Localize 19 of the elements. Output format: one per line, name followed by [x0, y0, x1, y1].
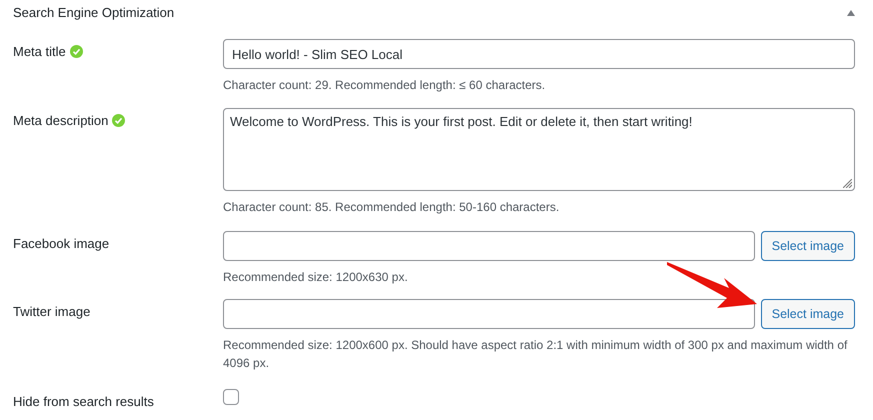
select-image-button[interactable]: Select image	[760, 299, 855, 329]
field-label: Facebook image	[13, 235, 110, 253]
resize-handle-icon[interactable]	[843, 179, 852, 188]
checkbox[interactable]	[223, 389, 239, 405]
field-label: Meta description	[13, 112, 108, 130]
field-label: Hide from search results	[13, 393, 154, 411]
select-image-button[interactable]: Select image	[760, 231, 855, 261]
field-label: Twitter image	[13, 303, 90, 321]
hint-text: Recommended size: 1200x630 px.	[223, 269, 409, 286]
image-url-field[interactable]	[223, 231, 755, 261]
hint-text: Character count: 85. Recommended length: 50-160 characters.	[223, 199, 560, 216]
hint-text: Recommended size: 1200x600 px. Should have aspect ratio 2:1 with minimum width of 300 px and maximum width of 4096 px.	[223, 337, 848, 372]
collapse-toggle-icon[interactable]	[847, 10, 855, 16]
text-field[interactable]: Hello world! - Slim SEO Local	[223, 39, 855, 69]
image-url-field[interactable]	[223, 299, 755, 329]
panel-title: Search Engine Optimization	[13, 4, 174, 22]
field-label: Meta title	[13, 43, 66, 61]
hint-text: Character count: 29. Recommended length: ≤ 60 characters.	[223, 77, 546, 94]
text-area[interactable]: Welcome to WordPress. This is your first post. Edit or delete it, then start writing!	[223, 108, 855, 191]
